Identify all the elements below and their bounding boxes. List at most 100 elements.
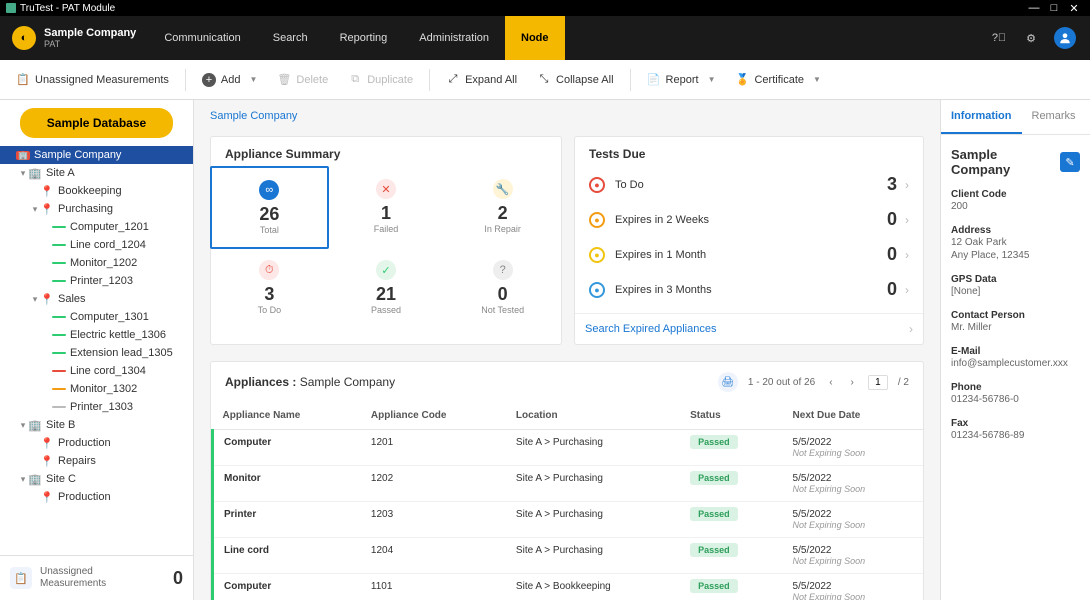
appliances-title: Appliances : Sample Company bbox=[225, 375, 718, 389]
search-expired-link[interactable]: Search Expired Appliances › bbox=[575, 313, 923, 344]
page-next[interactable]: › bbox=[847, 375, 858, 390]
tree-item[interactable]: 🏢Sample Company bbox=[0, 146, 193, 164]
appliance-summary-card: Appliance Summary ∞26Total✕1Failed🔧2In R… bbox=[210, 136, 562, 345]
appliances-table: Appliance NameAppliance CodeLocationStat… bbox=[211, 402, 923, 600]
sidebar: Sample Database 🏢Sample Company▾🏢Site A📍… bbox=[0, 100, 194, 600]
tree-item[interactable]: ▾📍Purchasing bbox=[0, 200, 193, 218]
breadcrumb-root[interactable]: Sample Company bbox=[210, 110, 297, 122]
page-input[interactable] bbox=[868, 375, 888, 390]
nav-tab-communication[interactable]: Communication bbox=[148, 16, 256, 60]
user-avatar[interactable] bbox=[1054, 27, 1076, 49]
tree-item[interactable]: Line cord_1204 bbox=[0, 236, 193, 254]
tree-item[interactable]: Computer_1201 bbox=[0, 218, 193, 236]
appliances-card: Appliances : Sample Company 🖨 1 - 20 out… bbox=[210, 361, 924, 600]
test-due-row[interactable]: ●Expires in 1 Month0› bbox=[579, 237, 919, 272]
test-due-row[interactable]: ●To Do3› bbox=[579, 167, 919, 202]
copy-icon: ⧉ bbox=[348, 73, 362, 87]
table-header: Appliance Name bbox=[213, 402, 361, 430]
tree-item[interactable]: ▾📍Sales bbox=[0, 290, 193, 308]
table-row[interactable]: Computer1201Site A > PurchasingPassed5/5… bbox=[213, 430, 924, 466]
certificate-icon: 🏅 bbox=[735, 73, 749, 87]
nav-tab-reporting[interactable]: Reporting bbox=[324, 16, 404, 60]
collapse-icon: ⤡ bbox=[537, 73, 551, 87]
test-due-row[interactable]: ●Expires in 3 Months0› bbox=[579, 272, 919, 307]
tree-item[interactable]: 📍Production bbox=[0, 434, 193, 452]
help-icon[interactable]: ?⃝ bbox=[990, 29, 1008, 47]
edit-button[interactable]: ✎ bbox=[1060, 152, 1080, 172]
summary-title: Appliance Summary bbox=[211, 137, 561, 167]
tree-item[interactable]: Printer_1303 bbox=[0, 398, 193, 416]
window-titlebar: TruTest - PAT Module — □ ✕ bbox=[0, 0, 1090, 16]
table-row[interactable]: Monitor1202Site A > PurchasingPassed5/5/… bbox=[213, 466, 924, 502]
summary-cell[interactable]: ✕1Failed bbox=[328, 167, 445, 248]
table-header: Status bbox=[680, 402, 782, 430]
tree-item[interactable]: Monitor_1202 bbox=[0, 254, 193, 272]
print-icon[interactable]: 🖨 bbox=[718, 372, 738, 392]
summary-cell[interactable]: 🔧2In Repair bbox=[444, 167, 561, 248]
tree-item[interactable]: Monitor_1302 bbox=[0, 380, 193, 398]
chevron-right-icon: › bbox=[909, 322, 913, 336]
window-close[interactable]: ✕ bbox=[1064, 2, 1084, 15]
rp-tab-information[interactable]: Information bbox=[941, 100, 1022, 134]
tree-item[interactable]: 📍Production bbox=[0, 488, 193, 506]
toolbar: 📋 Unassigned Measurements + Add▼ 🗑 Delet… bbox=[0, 60, 1090, 100]
add-button[interactable]: + Add▼ bbox=[194, 69, 266, 91]
collapse-all-button[interactable]: ⤡ Collapse All bbox=[529, 69, 621, 91]
nav-tab-administration[interactable]: Administration bbox=[403, 16, 505, 60]
summary-cell[interactable]: ⏱3To Do bbox=[211, 248, 328, 327]
summary-cell[interactable]: ✓21Passed bbox=[328, 248, 445, 327]
summary-cell[interactable]: ∞26Total bbox=[210, 166, 329, 249]
settings-icon[interactable]: ⚙ bbox=[1022, 29, 1040, 47]
expand-icon: ⤢ bbox=[446, 73, 460, 87]
table-row[interactable]: Printer1203Site A > PurchasingPassed5/5/… bbox=[213, 502, 924, 538]
rp-title: Sample Company bbox=[951, 147, 1060, 177]
rp-field: Address12 Oak ParkAny Place, 12345 bbox=[941, 219, 1090, 268]
nav-tab-search[interactable]: Search bbox=[257, 16, 324, 60]
page-prev[interactable]: ‹ bbox=[825, 375, 836, 390]
tree-item[interactable]: Electric kettle_1306 bbox=[0, 326, 193, 344]
unassigned-measurements-button[interactable]: 📋 Unassigned Measurements bbox=[8, 69, 177, 91]
rp-field: Fax01234-56786-89 bbox=[941, 412, 1090, 448]
table-row[interactable]: Computer1101Site A > BookkeepingPassed5/… bbox=[213, 574, 924, 600]
report-icon: 📄 bbox=[647, 73, 661, 87]
window-title: TruTest - PAT Module bbox=[20, 3, 115, 14]
header-sub: PAT bbox=[44, 39, 136, 49]
tree: 🏢Sample Company▾🏢Site A📍Bookkeeping▾📍Pur… bbox=[0, 146, 193, 555]
app-icon bbox=[6, 3, 16, 13]
test-due-row[interactable]: ●Expires in 2 Weeks0› bbox=[579, 202, 919, 237]
tests-due-card: Tests Due ●To Do3›●Expires in 2 Weeks0›●… bbox=[574, 136, 924, 345]
tree-item[interactable]: ▾🏢Site A bbox=[0, 164, 193, 182]
rp-field: Client Code200 bbox=[941, 183, 1090, 219]
tree-item[interactable]: Extension lead_1305 bbox=[0, 344, 193, 362]
window-minimize[interactable]: — bbox=[1024, 2, 1044, 14]
tree-item[interactable]: Line cord_1304 bbox=[0, 362, 193, 380]
window-maximize[interactable]: □ bbox=[1044, 2, 1064, 14]
trash-icon: 🗑 bbox=[277, 73, 291, 87]
duplicate-button[interactable]: ⧉ Duplicate bbox=[340, 69, 421, 91]
expand-all-button[interactable]: ⤢ Expand All bbox=[438, 69, 525, 91]
database-button[interactable]: Sample Database bbox=[20, 108, 173, 138]
page-info: 1 - 20 out of 26 bbox=[748, 377, 815, 388]
right-panel: InformationRemarks Sample Company ✎ Clie… bbox=[940, 100, 1090, 600]
main-content: Sample Company Appliance Summary ∞26Tota… bbox=[194, 100, 940, 600]
logo-icon: ◐ bbox=[12, 26, 36, 50]
table-header: Location bbox=[506, 402, 680, 430]
table-row[interactable]: Line cord1204Site A > PurchasingPassed5/… bbox=[213, 538, 924, 574]
plus-icon: + bbox=[202, 73, 216, 87]
report-button[interactable]: 📄 Report▼ bbox=[639, 69, 724, 91]
delete-button[interactable]: 🗑 Delete bbox=[269, 69, 336, 91]
tests-due-title: Tests Due bbox=[575, 137, 923, 167]
unassigned-footer[interactable]: 📋 Unassigned Measurements 0 bbox=[0, 555, 193, 600]
summary-cell[interactable]: ?0Not Tested bbox=[444, 248, 561, 327]
rp-field: Contact PersonMr. Miller bbox=[941, 304, 1090, 340]
tree-item[interactable]: ▾🏢Site C bbox=[0, 470, 193, 488]
certificate-button[interactable]: 🏅 Certificate▼ bbox=[727, 69, 828, 91]
rp-tab-remarks[interactable]: Remarks bbox=[1022, 100, 1086, 134]
tree-item[interactable]: Printer_1203 bbox=[0, 272, 193, 290]
tree-item[interactable]: ▾🏢Site B bbox=[0, 416, 193, 434]
breadcrumb: Sample Company bbox=[194, 100, 940, 128]
tree-item[interactable]: 📍Bookkeeping bbox=[0, 182, 193, 200]
tree-item[interactable]: 📍Repairs bbox=[0, 452, 193, 470]
nav-tab-node[interactable]: Node bbox=[505, 16, 565, 60]
tree-item[interactable]: Computer_1301 bbox=[0, 308, 193, 326]
